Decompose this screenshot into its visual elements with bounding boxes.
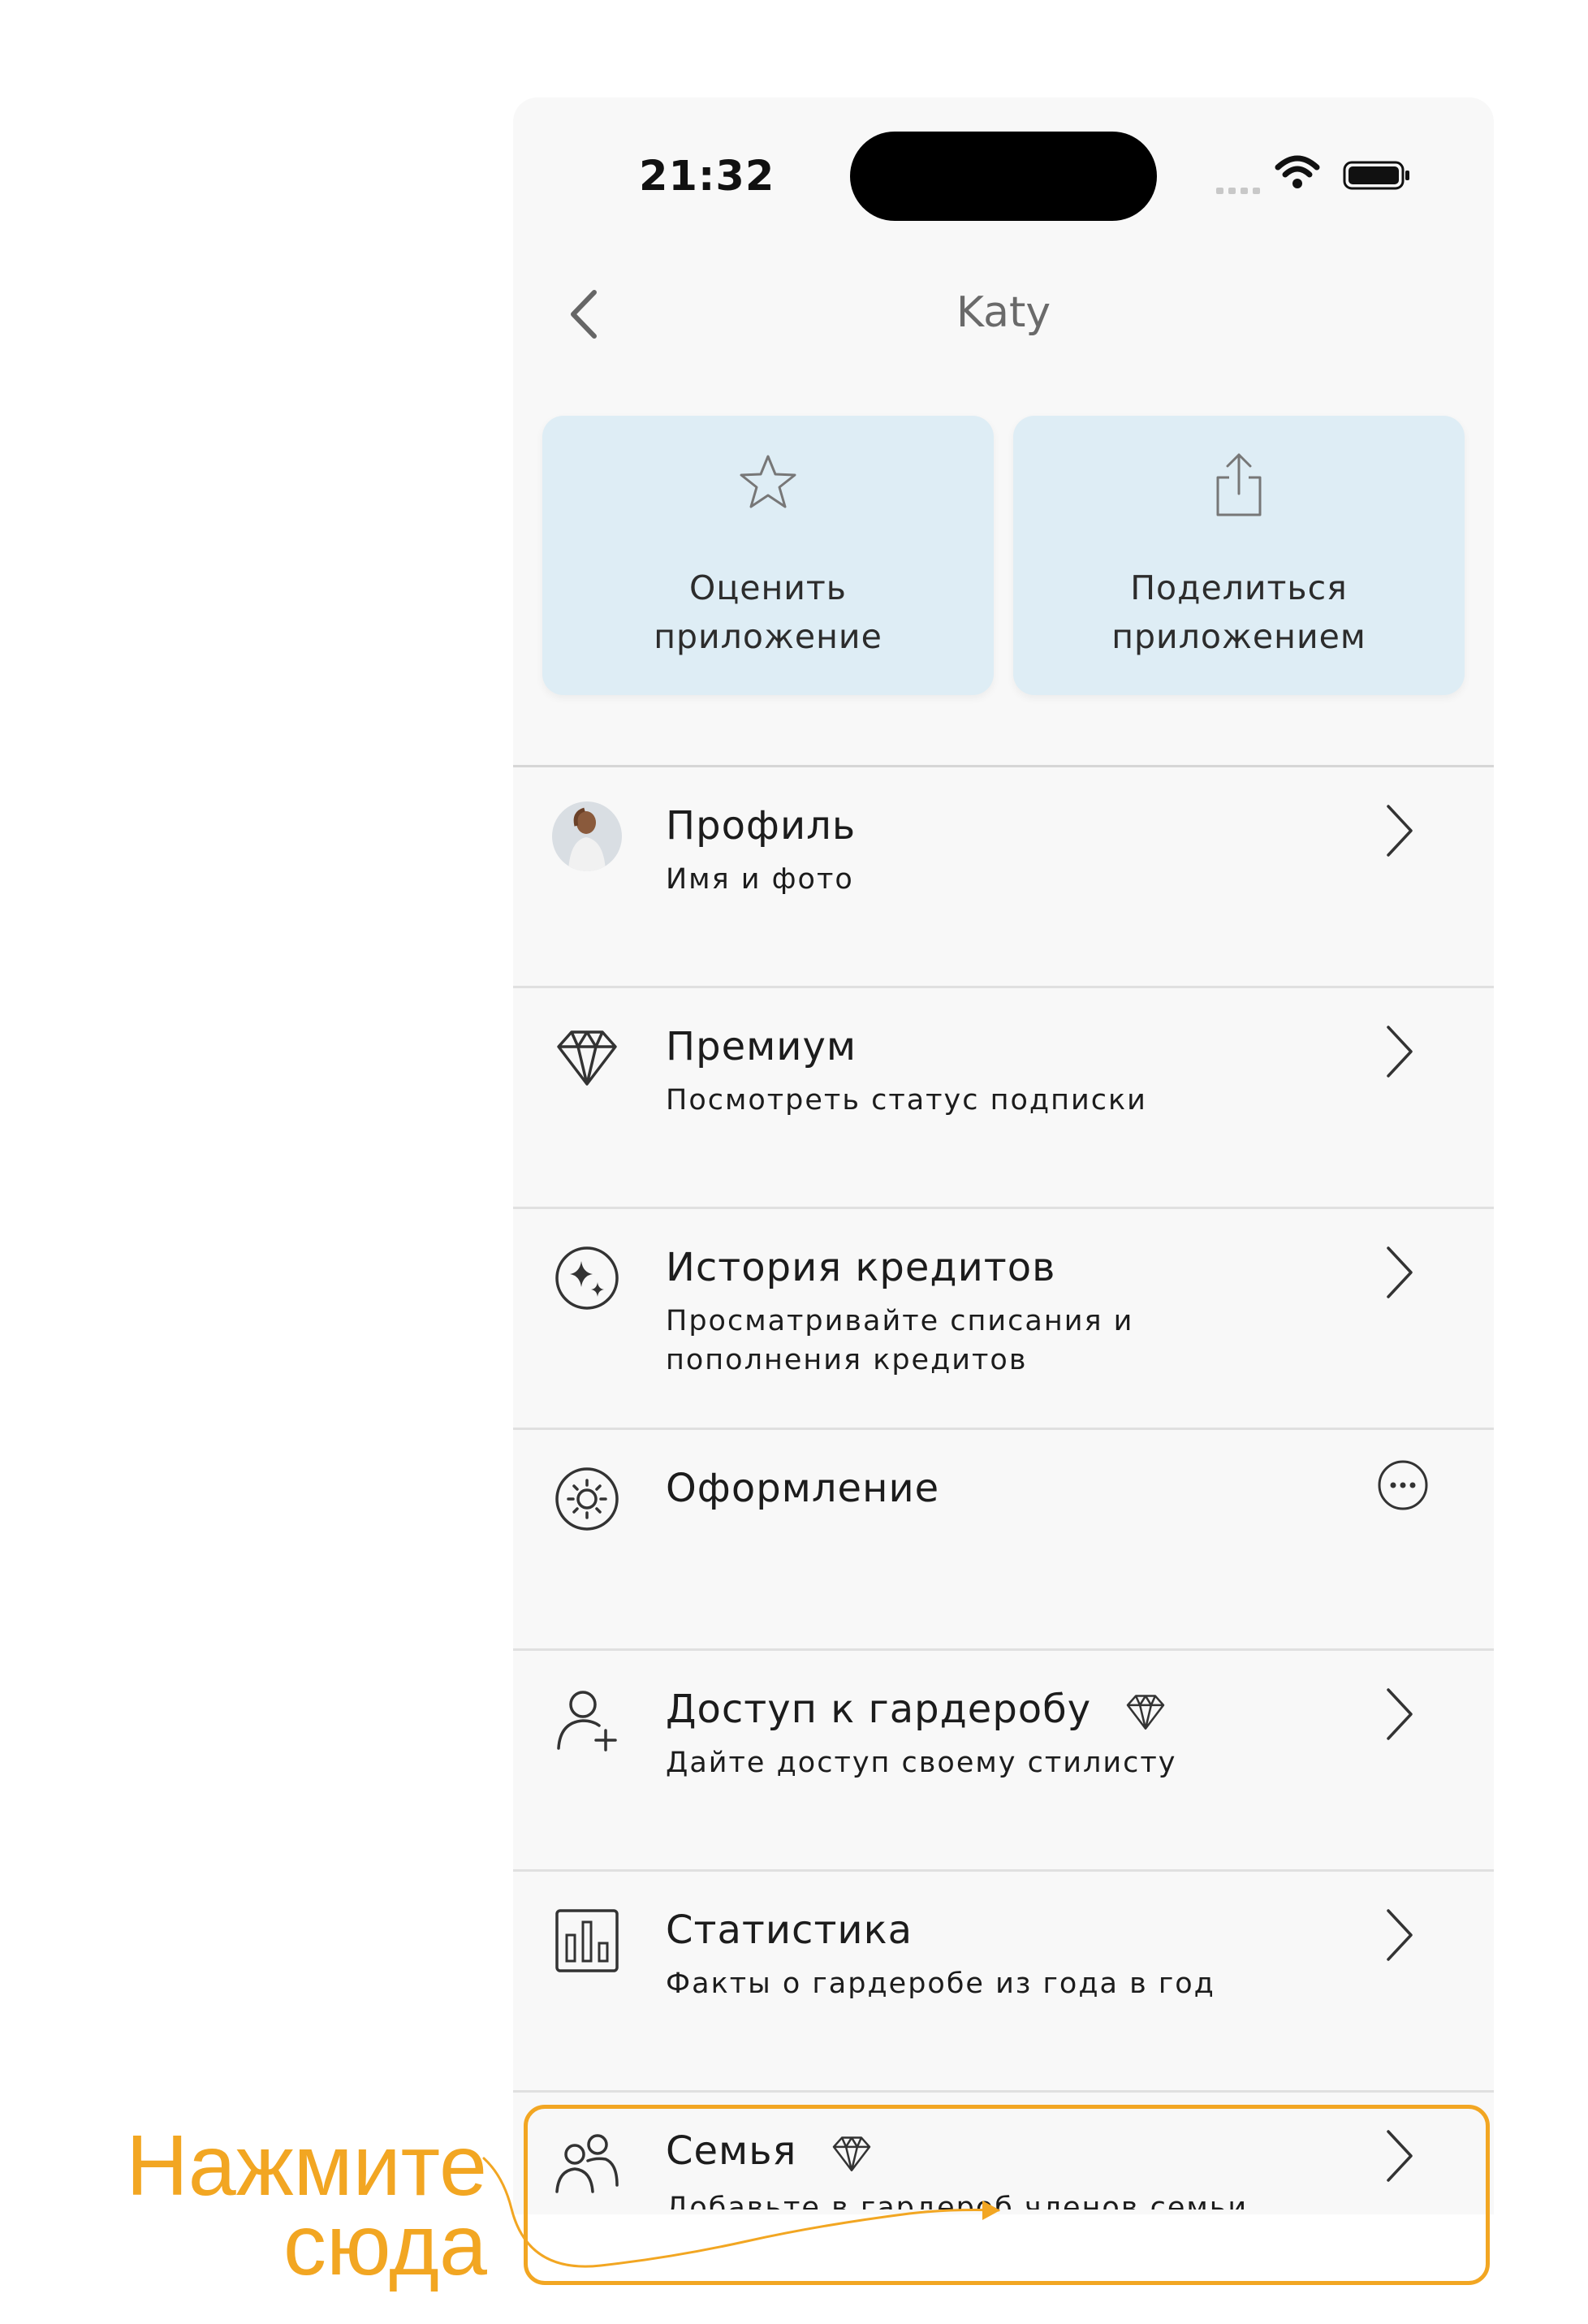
menu-item-title: Статистика	[666, 1907, 913, 1953]
tutorial-callout-text: Нажмите сюда	[24, 2118, 487, 2293]
chevron-right-icon	[1387, 805, 1413, 857]
menu-item-profile[interactable]: Профиль Имя и фото	[513, 767, 1494, 988]
menu-item-subtitle: Дайте доступ своему стилисту	[666, 1747, 1177, 1779]
menu-item-wardrobe-access[interactable]: Доступ к гардеробу Дайте доступ своему с…	[513, 1651, 1494, 1872]
rate-app-button[interactable]: Оценить приложение	[542, 416, 994, 695]
menu-item-title: Профиль	[666, 803, 857, 849]
sun-icon	[555, 1467, 619, 1531]
callout-line-1: Нажмите	[126, 2118, 487, 2214]
callout-line-2: сюда	[283, 2197, 487, 2293]
cellular-icon	[1216, 182, 1265, 197]
bar-chart-icon	[555, 1909, 619, 1972]
phone-screen: 21:32 Katy Оценить приложение Поделиться…	[513, 97, 1494, 2324]
status-time: 21:32	[639, 153, 775, 201]
menu-item-credit-history[interactable]: История кредитов Просматривайте списания…	[513, 1209, 1494, 1430]
star-icon	[542, 450, 994, 518]
share-icon	[1013, 450, 1465, 523]
menu-item-statistics[interactable]: Статистика Факты о гардеробе из года в г…	[513, 1872, 1494, 2093]
battery-icon	[1343, 161, 1409, 190]
menu-item-subtitle: Посмотреть статус подписки	[666, 1084, 1147, 1117]
chevron-right-icon	[1387, 1909, 1413, 1961]
menu-item-premium[interactable]: Премиум Посмотреть статус подписки	[513, 988, 1494, 1209]
diamond-icon	[557, 1030, 617, 1086]
share-app-label: Поделиться приложением	[1111, 568, 1366, 656]
chevron-right-icon	[1387, 1688, 1413, 1740]
menu-item-title: Премиум	[666, 1024, 857, 1069]
dynamic-island	[850, 132, 1157, 221]
menu-item-title: Оформление	[666, 1466, 940, 1511]
rate-app-label: Оценить приложение	[654, 568, 882, 656]
page-title: Katy	[956, 288, 1051, 337]
menu-item-title: История кредитов	[666, 1245, 1056, 1290]
menu-item-title: Доступ к гардеробу	[666, 1687, 1171, 1734]
premium-diamond-icon	[1127, 1695, 1165, 1730]
tutorial-arrow	[482, 2157, 1000, 2268]
avatar	[552, 801, 622, 871]
more-icon[interactable]	[1377, 1459, 1429, 1511]
chevron-right-icon	[1387, 1246, 1413, 1298]
sparkle-icon	[555, 1246, 619, 1310]
menu-item-subtitle: Имя и фото	[666, 863, 854, 896]
menu-item-appearance[interactable]: Оформление	[513, 1430, 1494, 1651]
menu-item-subtitle: Просматривайте списания и пополнения кре…	[666, 1305, 1134, 1376]
menu-item-title-text: Доступ к гардеробу	[666, 1687, 1092, 1732]
chevron-right-icon	[1387, 1026, 1413, 1078]
menu-item-subtitle: Факты о гардеробе из года в год	[666, 1968, 1215, 2000]
add-user-icon	[557, 1691, 617, 1752]
wifi-icon	[1275, 155, 1320, 188]
share-app-button[interactable]: Поделиться приложением	[1013, 416, 1465, 695]
